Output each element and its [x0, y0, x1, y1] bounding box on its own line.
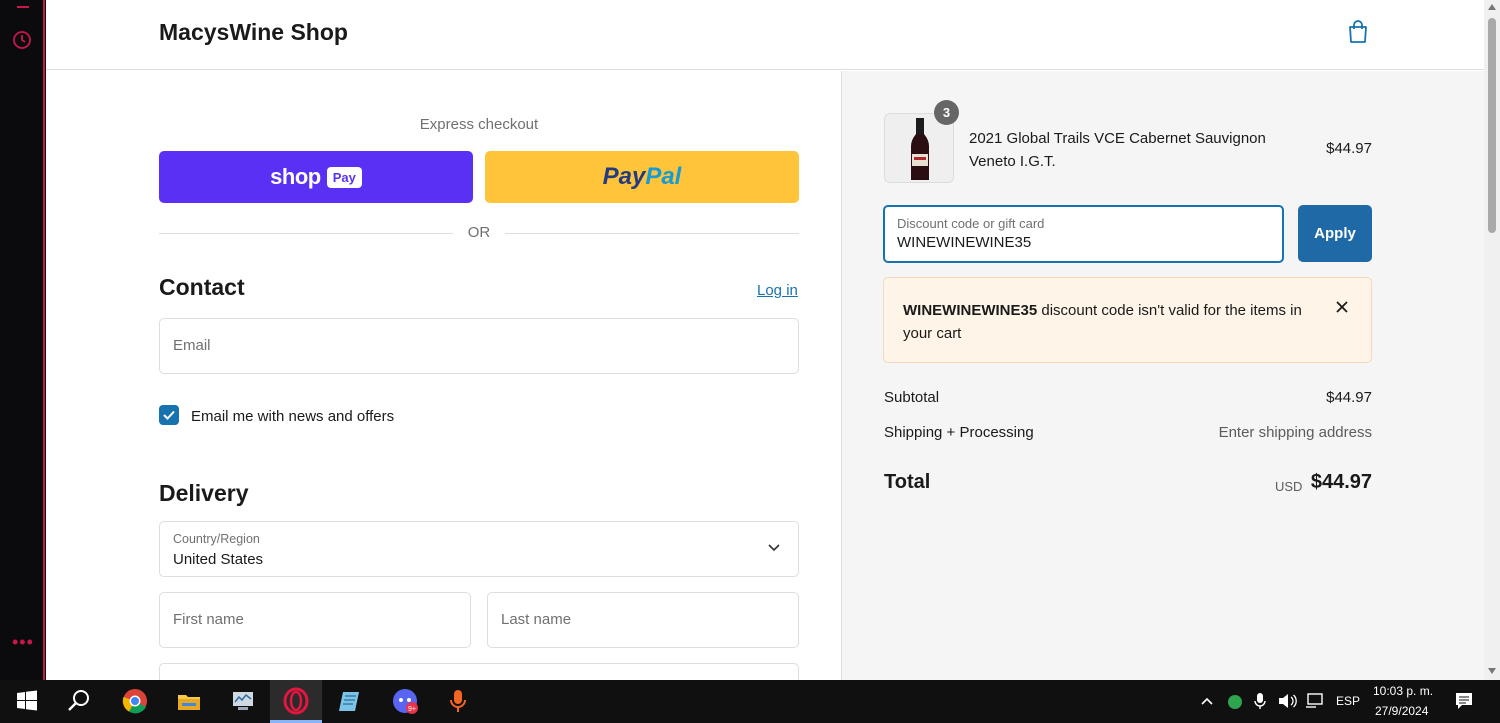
checkout-form: Express checkout shop Pay PayPal OR Cont… [46, 71, 841, 680]
history-icon[interactable] [12, 30, 32, 50]
last-name-field[interactable]: Last name [487, 592, 799, 648]
chrome-icon[interactable] [120, 686, 150, 716]
first-name-placeholder: First name [173, 611, 244, 628]
last-name-placeholder: Last name [501, 611, 572, 628]
sidebar-dash-icon[interactable] [17, 6, 29, 8]
delivery-title: Delivery [159, 480, 249, 506]
discount-label: Discount code or gift card [897, 216, 1045, 231]
close-icon[interactable] [1335, 300, 1349, 314]
scroll-thumb[interactable] [1488, 18, 1496, 233]
status-dot-icon[interactable] [1227, 694, 1243, 710]
browser-sidebar: ••• [0, 0, 45, 680]
checkout-page: MacysWine Shop Express checkout shop Pay… [46, 0, 1484, 680]
search-icon[interactable] [64, 686, 94, 716]
file-explorer-icon[interactable] [174, 686, 204, 716]
subtotal-value: $44.97 [1326, 389, 1372, 406]
system-monitor-icon[interactable] [228, 686, 258, 716]
country-label: Country/Region [173, 532, 260, 546]
product-price: $44.97 [1326, 140, 1372, 157]
network-icon[interactable] [1304, 692, 1324, 710]
language-indicator[interactable]: ESP [1336, 694, 1360, 708]
clock-date[interactable]: 27/9/2024 [1375, 704, 1428, 718]
paypal-button[interactable]: PayPal [485, 151, 799, 203]
country-select[interactable]: Country/Region United States [159, 521, 799, 577]
notes-app-icon[interactable] [335, 686, 365, 716]
shipping-label: Shipping + Processing [884, 424, 1034, 441]
total-value: $44.97 [1310, 471, 1372, 493]
express-checkout-label: Express checkout [419, 116, 539, 133]
scroll-up-arrow-icon[interactable] [1488, 4, 1496, 10]
total-currency: USD [1275, 479, 1303, 494]
email-placeholder: Email [173, 337, 211, 354]
discount-error-text: WINEWINEWINE35 discount code isn't valid… [903, 302, 1302, 342]
discount-value: WINEWINEWINE35 [897, 234, 1032, 251]
shopping-bag-icon[interactable] [1347, 20, 1369, 44]
scroll-down-arrow-icon[interactable] [1488, 668, 1496, 674]
shop-pay-logo-text: shop [270, 164, 321, 189]
tray-chevron-up-icon[interactable] [1200, 696, 1214, 706]
order-summary: 3 2021 Global Trails VCE Cabernet Sauvig… [841, 71, 1484, 680]
newsletter-label[interactable]: Email me with news and offers [191, 408, 394, 425]
country-value: United States [173, 551, 264, 568]
shop-name[interactable]: MacysWine Shop [159, 19, 348, 46]
discount-code-input[interactable]: Discount code or gift card WINEWINEWINE3… [883, 205, 1284, 263]
newsletter-checkbox[interactable] [159, 405, 179, 425]
mic-tray-icon[interactable] [1253, 692, 1267, 710]
taskbar: 9+ ESP 10:03 p. m. 27/9/2024 [0, 680, 1500, 723]
contact-title: Contact [159, 274, 245, 300]
page-scrollbar[interactable] [1484, 0, 1500, 680]
windows-start-icon[interactable] [12, 686, 42, 716]
address-field[interactable] [159, 663, 799, 680]
email-field[interactable]: Email [159, 318, 799, 374]
chevron-down-icon [768, 544, 780, 552]
paypal-logo: PayPal [602, 163, 682, 190]
quantity-badge: 3 [934, 100, 959, 125]
discount-error-banner: WINEWINEWINE35 discount code isn't valid… [883, 277, 1372, 363]
or-divider: OR [159, 224, 799, 244]
clock-time[interactable]: 10:03 p. m. [1373, 684, 1433, 698]
notifications-icon[interactable] [1454, 691, 1474, 711]
login-link[interactable]: Log in [757, 282, 798, 299]
shipping-value: Enter shipping address [1218, 424, 1372, 441]
more-icon[interactable]: ••• [12, 632, 34, 652]
opera-icon[interactable] [281, 686, 311, 716]
checkmark-icon [163, 410, 175, 420]
discord-icon[interactable]: 9+ [390, 686, 420, 716]
shop-pay-badge: Pay [326, 166, 362, 188]
subtotal-label: Subtotal [884, 389, 940, 406]
first-name-field[interactable]: First name [159, 592, 471, 648]
product-name: 2021 Global Trails VCE Cabernet Sauvigno… [969, 130, 1266, 170]
header: MacysWine Shop [46, 0, 1484, 70]
microphone-app-icon[interactable] [443, 686, 473, 716]
total-label: Total [884, 471, 931, 493]
apply-button[interactable]: Apply [1298, 205, 1372, 262]
volume-icon[interactable] [1277, 692, 1297, 710]
shop-pay-button[interactable]: shop Pay [159, 151, 473, 203]
svg-text:9+: 9+ [408, 706, 416, 713]
